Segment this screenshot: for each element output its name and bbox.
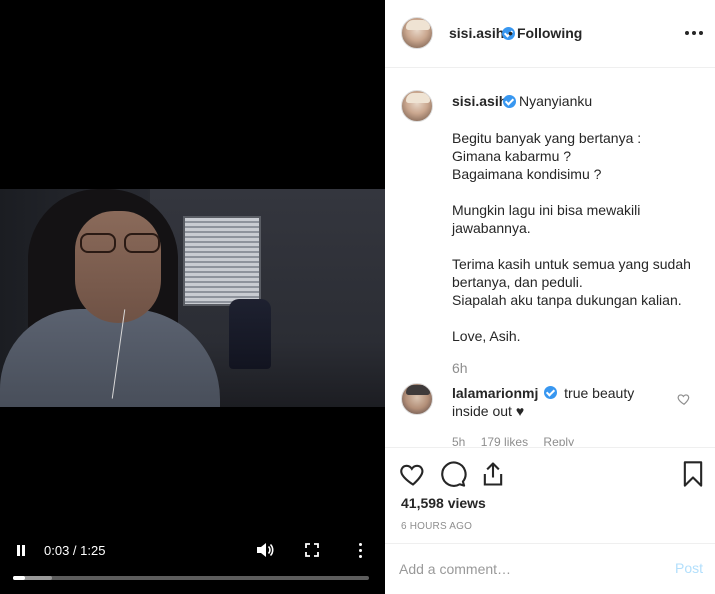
video-progress-bar[interactable]: [13, 576, 369, 580]
comment-like-heart-icon[interactable]: [677, 392, 691, 406]
add-comment-form: Post: [385, 543, 715, 594]
comment-icon[interactable]: [439, 460, 467, 488]
caption-line: Terima kasih untuk semua yang sudah: [452, 256, 691, 272]
caption-avatar[interactable]: [401, 90, 433, 122]
caption-paragraph: Begitu banyak yang bertanya : Gimana kaba…: [452, 129, 702, 183]
caption-line: bertanya, dan peduli.: [452, 274, 583, 290]
caption-line: Bagaimana kondisimu ?: [452, 166, 602, 182]
comment-input[interactable]: [399, 558, 659, 580]
comment-text-line1: true beauty: [564, 385, 635, 401]
post-actions: 41,598 views 6 HOURS AGO: [385, 447, 715, 543]
caption-username[interactable]: sisi.asih: [452, 93, 507, 109]
caption-verified-icon: [503, 95, 516, 108]
video-person-face: [75, 211, 161, 323]
comment-text-line2: inside out ♥: [452, 403, 525, 419]
bookmark-icon[interactable]: [679, 460, 707, 488]
video-player[interactable]: 0:03 / 1:25: [0, 0, 385, 594]
post-comment-button[interactable]: Post: [675, 560, 703, 576]
caption-line: jawabannya.: [452, 220, 531, 236]
heart-icon[interactable]: [399, 460, 427, 488]
following-button[interactable]: Following: [517, 25, 582, 41]
comment-username[interactable]: lalamarionmj: [452, 385, 538, 401]
author-username[interactable]: sisi.asih: [449, 25, 504, 41]
comments-section[interactable]: sisi.asih Nyanyianku Begitu banyak yang …: [385, 69, 715, 446]
caption-text: Begitu banyak yang bertanya : Gimana kaba…: [452, 129, 702, 345]
video-person-glasses: [78, 233, 162, 253]
pause-icon[interactable]: [15, 544, 29, 558]
caption-paragraph: Love, Asih.: [452, 327, 702, 345]
video-window-blinds: [183, 216, 261, 306]
caption-title: Nyanyianku: [519, 93, 593, 109]
caption-paragraph: Terima kasih untuk semua yang sudah berta…: [452, 255, 702, 309]
fullscreen-icon[interactable]: [305, 543, 319, 557]
comment: lalamarionmj true beauty inside out ♥: [452, 384, 672, 420]
caption-paragraph: Mungkin lagu ini bisa mewakili jawabannya…: [452, 201, 702, 237]
caption-line: Love, Asih.: [452, 328, 521, 344]
caption-line: Begitu banyak yang bertanya :: [452, 130, 642, 146]
video-frame[interactable]: [0, 189, 385, 407]
caption-line: Siapalah aku tanpa dukungan kalian.: [452, 292, 682, 308]
comment-meta: 5h 179 likes Reply: [452, 435, 586, 446]
post-panel: sisi.asih • Following sisi.asih Nyanyian…: [385, 0, 715, 594]
video-backpack: [229, 299, 271, 369]
video-time: 0:03 / 1:25: [44, 543, 106, 558]
video-progress-fill: [13, 576, 26, 580]
header-separator: •: [508, 25, 513, 41]
more-icon[interactable]: [685, 30, 703, 36]
comment-reply-button[interactable]: Reply: [543, 435, 574, 446]
comment-verified-icon: [544, 386, 558, 399]
post-header: sisi.asih • Following: [385, 0, 715, 68]
comment-time[interactable]: 5h: [452, 435, 465, 446]
commenter-avatar[interactable]: [401, 383, 433, 415]
video-menu-icon[interactable]: [355, 542, 365, 558]
post-timestamp[interactable]: 6 HOURS AGO: [401, 521, 472, 532]
volume-icon[interactable]: [256, 542, 274, 558]
view-count[interactable]: 41,598 views: [401, 495, 486, 511]
author-avatar[interactable]: [401, 17, 433, 49]
video-controls: 0:03 / 1:25: [0, 536, 385, 594]
share-icon[interactable]: [479, 460, 507, 488]
caption-line: Gimana kabarmu ?: [452, 148, 572, 164]
caption-line: Mungkin lagu ini bisa mewakili: [452, 202, 641, 218]
comment-likes[interactable]: 179 likes: [481, 435, 528, 446]
caption-time[interactable]: 6h: [452, 360, 468, 376]
